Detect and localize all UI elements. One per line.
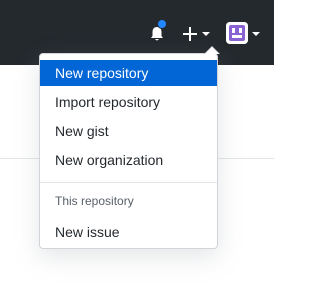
plus-icon <box>182 26 198 42</box>
chevron-down-icon <box>202 32 210 36</box>
notification-dot <box>157 19 167 29</box>
avatar <box>226 22 248 44</box>
menu-item-import-repository[interactable]: Import repository <box>40 89 217 115</box>
menu-item-new-issue[interactable]: New issue <box>40 219 217 245</box>
user-menu-button[interactable] <box>226 22 266 46</box>
create-new-button[interactable] <box>182 24 214 44</box>
create-new-dropdown: New repository Import repository New gis… <box>39 46 220 249</box>
menu-section-header: This repository <box>55 194 134 208</box>
menu-item-new-gist[interactable]: New gist <box>40 118 217 144</box>
dropdown-caret <box>204 46 220 54</box>
chevron-down-icon <box>252 32 260 36</box>
menu-item-new-organization[interactable]: New organization <box>40 147 217 173</box>
menu-divider <box>40 182 217 183</box>
menu-item-new-repository[interactable]: New repository <box>40 60 217 86</box>
